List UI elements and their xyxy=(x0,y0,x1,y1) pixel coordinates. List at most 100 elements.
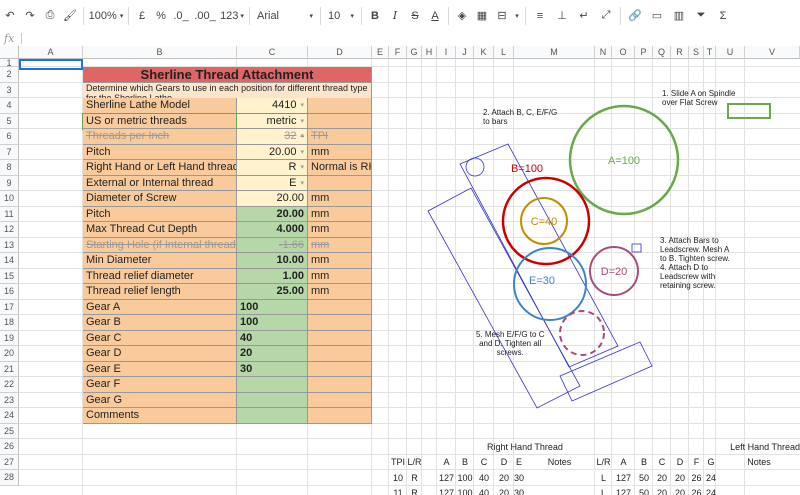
note-line: screws. xyxy=(496,348,524,357)
note-line: and D. Tighten all xyxy=(479,339,542,348)
left-data-cell: 24 xyxy=(705,488,716,495)
instruction-note: 2. Attach B, C, E/F/G to bars xyxy=(483,108,557,126)
functions-icon[interactable]: Σ xyxy=(712,0,734,31)
gear-label: C=40 xyxy=(531,216,558,228)
font-select[interactable]: Arial ▾ xyxy=(253,0,317,31)
selected-cell-a1[interactable] xyxy=(19,59,83,70)
left-data-cell: 20 xyxy=(656,472,667,483)
formula-bar: fx xyxy=(0,31,800,47)
note-line: 1. Slide A on Spindle xyxy=(662,89,736,98)
right-data-cell: R xyxy=(411,472,418,483)
right-data-cell: 10 xyxy=(392,472,403,483)
right-header-cell: C xyxy=(480,457,488,468)
font-value: Arial xyxy=(257,9,280,22)
note-line: over Flat Screw xyxy=(662,98,718,107)
leadscrew-square xyxy=(631,243,642,253)
spindle-hole xyxy=(465,157,485,177)
left-data-cell: 127 xyxy=(615,472,632,483)
font-size-value: 10 xyxy=(328,9,341,22)
redo-icon[interactable]: ↷ xyxy=(20,0,40,31)
left-header-cell: C xyxy=(658,457,666,468)
bold-icon[interactable]: B xyxy=(365,0,385,31)
left-data-cell: 50 xyxy=(638,488,649,495)
right-header-cell: L/R xyxy=(407,457,422,468)
text-wrap-icon[interactable]: ↵ xyxy=(573,0,595,31)
filter-icon[interactable]: ⏷ xyxy=(690,0,712,31)
insert-comment-icon[interactable]: ▭ xyxy=(646,0,668,31)
note-line: retaining screw. xyxy=(660,281,716,290)
note-line: Leadscrew. Mesh A xyxy=(660,245,730,254)
left-data-cell: 26 xyxy=(691,488,702,495)
note-line: 5. Mesh E/F/G to C xyxy=(476,330,545,339)
right-data-cell: R xyxy=(411,488,418,495)
text-color-icon[interactable]: A xyxy=(425,0,445,31)
left-hand-title: Left Hand Thread xyxy=(730,441,800,452)
currency-button[interactable]: £ xyxy=(132,0,152,31)
right-data-cell: 20 xyxy=(498,472,509,483)
right-data-cell xyxy=(524,470,595,486)
paint-format-icon[interactable]: 🖌 xyxy=(60,0,80,31)
gear-label: D=20 xyxy=(601,266,628,278)
left-data-cell xyxy=(718,486,800,495)
left-header-cell: A xyxy=(620,457,627,468)
font-size-select[interactable]: 10 ▾ xyxy=(324,0,358,31)
sheet-grid[interactable]: A B C D E F G H I J K L M N O P Q R S T U V 1 2 3 4 5 6 7 8 9 10 11 12 13 1… xyxy=(0,46,800,495)
left-data-cell: L xyxy=(600,488,606,495)
left-header-cell: L/R xyxy=(596,457,611,468)
left-data-cell: 24 xyxy=(705,472,716,483)
borders-icon[interactable]: ▦ xyxy=(472,0,492,31)
percent-button[interactable]: % xyxy=(152,0,170,31)
note-line: 2. Attach B, C, E/F/G xyxy=(483,108,558,117)
left-data-cell: 20 xyxy=(674,472,685,483)
horizontal-align-icon[interactable]: ≡ xyxy=(529,0,551,31)
note-line: to B. Tighten screw. xyxy=(660,254,730,263)
more-formats-label: 123 xyxy=(220,9,239,22)
zoom-value: 100% xyxy=(88,9,117,22)
selected-cell-u5[interactable] xyxy=(727,103,771,119)
left-data-cell: 20 xyxy=(656,488,667,495)
right-data-cell xyxy=(524,486,595,495)
left-data-cell: L xyxy=(600,472,606,483)
print-icon[interactable]: ⎙ xyxy=(40,0,60,31)
instruction-note: 3. Attach Bars to Leadscrew. Mesh Ato B. … xyxy=(660,236,730,290)
fill-color-icon[interactable]: ◈ xyxy=(452,0,472,31)
merge-dropdown-icon[interactable]: ▾ xyxy=(512,0,522,31)
left-data-cell: 50 xyxy=(638,472,649,483)
note-line: 4. Attach D to xyxy=(660,263,709,272)
zoom-select[interactable]: 100% ▾ xyxy=(87,0,125,31)
right-header-cell: TPI xyxy=(390,457,405,468)
merge-cells-icon[interactable]: ⊟ xyxy=(492,0,512,31)
left-header-cell: F xyxy=(693,457,700,468)
more-formats-button[interactable]: 123 ▾ xyxy=(218,0,246,31)
right-data-cell: 127 xyxy=(438,472,455,483)
insert-link-icon[interactable]: 🔗 xyxy=(624,0,646,31)
right-data-cell: 30 xyxy=(514,472,524,483)
instruction-note: 5. Mesh E/F/G to Cand D. Tighten all scre… xyxy=(476,330,544,357)
gear-label: B=100 xyxy=(511,163,543,175)
right-header-cell: Notes xyxy=(547,457,572,468)
vertical-align-icon[interactable]: ⊥ xyxy=(551,0,573,31)
strikethrough-icon[interactable]: S xyxy=(405,0,425,31)
note-line: Leadscrew with xyxy=(660,272,716,281)
right-header-cell: E xyxy=(515,457,522,468)
undo-icon[interactable]: ↶ xyxy=(0,0,20,31)
right-data-cell: 20 xyxy=(498,488,509,495)
left-header-cell: B xyxy=(640,457,647,468)
text-rotation-icon[interactable]: ⤢ xyxy=(595,0,617,31)
right-header-cell: D xyxy=(500,457,508,468)
insert-chart-icon[interactable]: ▥ xyxy=(668,0,690,31)
right-data-cell: 100 xyxy=(457,472,473,483)
right-data-cell: 127 xyxy=(438,488,455,495)
fx-icon: fx xyxy=(4,32,15,45)
left-header-cell: Notes xyxy=(747,457,771,468)
left-data-cell xyxy=(718,470,800,486)
right-data-cell: 30 xyxy=(514,488,524,495)
italic-icon[interactable]: I xyxy=(385,0,405,31)
increase-decimal-button[interactable]: .00_ xyxy=(192,0,218,31)
gear-label: A=100 xyxy=(608,155,640,167)
gear-label: E=30 xyxy=(529,275,555,287)
gear-f-g-dashed-circle xyxy=(559,310,605,356)
right-data-cell: 40 xyxy=(478,488,489,495)
right-header-cell: B xyxy=(461,457,468,468)
decrease-decimal-button[interactable]: .0_ xyxy=(170,0,192,31)
